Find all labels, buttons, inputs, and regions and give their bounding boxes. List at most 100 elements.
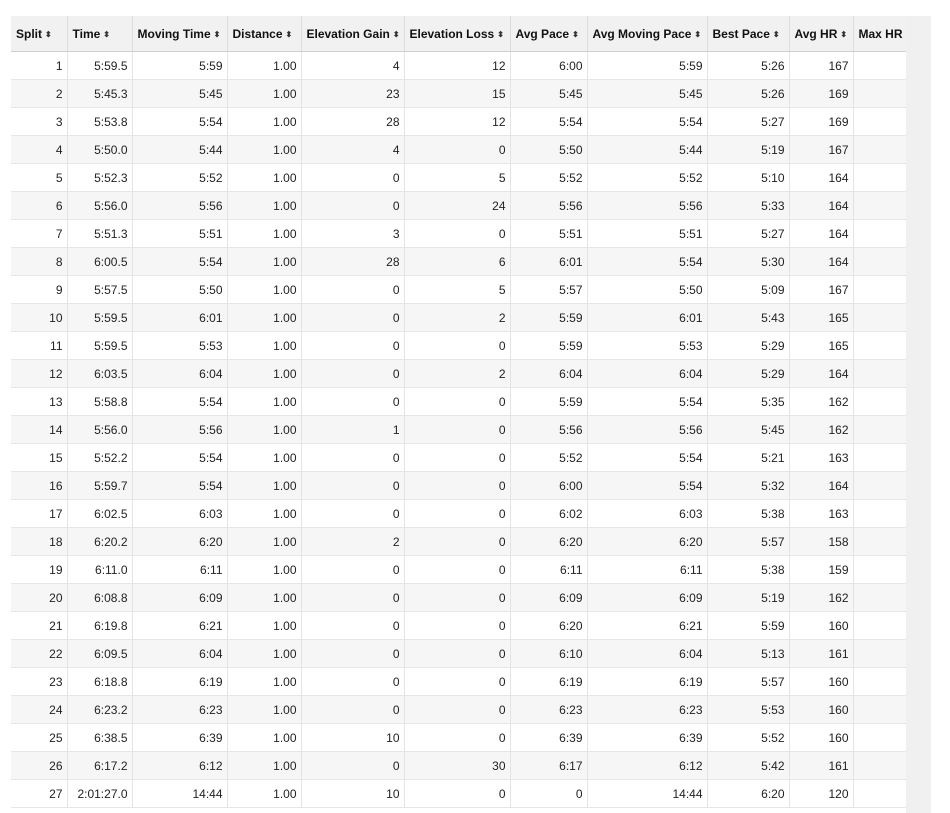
table-cell: 14:44 — [587, 779, 708, 808]
table-cell: 6:00 — [510, 51, 588, 80]
table-cell: 164 — [789, 359, 854, 388]
table-cell: 163 — [789, 443, 854, 472]
table-cell: 0 — [301, 695, 405, 724]
table-cell: 22 — [11, 639, 68, 668]
table-cell: 5:09 — [707, 275, 790, 304]
table-cell: 160 — [789, 611, 854, 640]
table-cell: 5:53 — [587, 331, 708, 360]
table-cell: 160 — [789, 723, 854, 752]
table-cell: 6:01 — [587, 303, 708, 332]
table-row: 126:03.56:041.00026:046:045:291641 — [11, 359, 906, 388]
column-header-elevation-gain[interactable]: Elevation Gain ⬍ — [301, 16, 405, 52]
table-cell: 6:11 — [132, 555, 228, 584]
table-cell: 167 — [789, 51, 854, 80]
table-cell: 24 — [404, 191, 511, 220]
table-cell: 0 — [404, 135, 511, 164]
column-header-avg-pace[interactable]: Avg Pace ⬍ — [510, 16, 588, 52]
table-cell: 164 — [789, 471, 854, 500]
table-cell: 1.00 — [227, 275, 302, 304]
table-cell: 0 — [301, 611, 405, 640]
table-cell: 1 — [853, 751, 906, 780]
column-header-best-pace[interactable]: Best Pace ⬍ — [707, 16, 790, 52]
scrollbar-thumb[interactable] — [906, 16, 931, 813]
table-cell: 1 — [853, 135, 906, 164]
table-cell: 5:51.3 — [67, 219, 133, 248]
column-header-split[interactable]: Split ⬍ — [11, 16, 68, 52]
table-cell: 1.00 — [227, 359, 302, 388]
column-header-time[interactable]: Time ⬍ — [67, 16, 133, 52]
table-cell: 5:27 — [707, 219, 790, 248]
table-body: 15:59.55:591.004126:005:595:26167125:45.… — [11, 51, 906, 808]
table-cell: 6:11 — [510, 555, 588, 584]
table-cell: 5:52 — [510, 163, 588, 192]
table-cell: 0 — [404, 331, 511, 360]
table-cell: 5:50 — [510, 135, 588, 164]
table-cell: 6:03 — [132, 499, 228, 528]
table-cell: 169 — [789, 79, 854, 108]
table-cell: 2 — [404, 303, 511, 332]
table-cell: 5:59.7 — [67, 471, 133, 500]
table-row: 176:02.56:031.00006:026:035:381631 — [11, 499, 906, 528]
table-cell: 164 — [789, 163, 854, 192]
table-cell: 0 — [404, 219, 511, 248]
table-cell: 5:30 — [707, 247, 790, 276]
table-cell: 10 — [11, 303, 68, 332]
table-cell: 0 — [404, 555, 511, 584]
table-cell: 1 — [853, 303, 906, 332]
table-cell: 12 — [404, 107, 511, 136]
table-cell: 1 — [853, 443, 906, 472]
table-cell: 5:56 — [510, 415, 588, 444]
table-cell: 5:54 — [132, 107, 228, 136]
table-cell: 6:21 — [587, 611, 708, 640]
table-cell: 5:56 — [510, 191, 588, 220]
table-cell: 0 — [301, 331, 405, 360]
table-cell: 5:51 — [587, 219, 708, 248]
table-cell: 5:45.3 — [67, 79, 133, 108]
column-header-avg-moving-pace[interactable]: Avg Moving Pace ⬍ — [587, 16, 708, 52]
table-row: 216:19.86:211.00006:206:215:591601 — [11, 611, 906, 640]
table-cell: 5:44 — [587, 135, 708, 164]
table-cell: 0 — [404, 443, 511, 472]
column-header-distance[interactable]: Distance ⬍ — [227, 16, 302, 52]
table-cell: 1.00 — [227, 303, 302, 332]
table-cell: 5:19 — [707, 583, 790, 612]
column-header-elevation-loss[interactable]: Elevation Loss ⬍ — [404, 16, 511, 52]
table-cell: 1 — [853, 107, 906, 136]
table-cell: 5:57.5 — [67, 275, 133, 304]
vertical-scrollbar[interactable] — [906, 16, 931, 813]
table-cell: 6:04 — [587, 359, 708, 388]
table-cell: 1.00 — [227, 387, 302, 416]
table-cell: 1.00 — [227, 471, 302, 500]
table-cell: 4 — [301, 135, 405, 164]
sort-icon: ⬍ — [392, 29, 400, 39]
table-cell: 5:56 — [132, 191, 228, 220]
table-cell: 12 — [11, 359, 68, 388]
sort-icon: ⬍ — [694, 29, 702, 39]
column-header-avg-hr[interactable]: Avg HR ⬍ — [789, 16, 854, 52]
sort-icon: ⬍ — [772, 29, 780, 39]
table-cell: 1.00 — [227, 555, 302, 584]
table-cell: 5 — [404, 163, 511, 192]
table-cell: 2:01:27.0 — [67, 779, 133, 808]
table-cell: 5:29 — [707, 359, 790, 388]
table-cell: 5:56.0 — [67, 415, 133, 444]
table-cell: 6:03 — [587, 499, 708, 528]
table-cell: 5:27 — [707, 107, 790, 136]
table-cell: 0 — [301, 583, 405, 612]
table-cell: 12 — [404, 51, 511, 80]
table-cell: 1.00 — [227, 415, 302, 444]
table-cell: 162 — [789, 415, 854, 444]
table-cell: 5:54 — [132, 387, 228, 416]
table-cell: 5:50 — [132, 275, 228, 304]
column-header-max-hr[interactable]: Max HR — [853, 16, 906, 52]
table-cell: 5:52.2 — [67, 443, 133, 472]
column-header-moving-time[interactable]: Moving Time ⬍ — [132, 16, 228, 52]
table-row: 266:17.26:121.000306:176:125:421611 — [11, 751, 906, 780]
table-cell: 6:03.5 — [67, 359, 133, 388]
table-row: 196:11.06:111.00006:116:115:381591 — [11, 555, 906, 584]
table-cell: 6:20 — [510, 527, 588, 556]
table-cell: 1 — [853, 779, 906, 808]
table-cell: 28 — [301, 247, 405, 276]
table-cell: 1 — [853, 219, 906, 248]
table-cell: 5:56.0 — [67, 191, 133, 220]
